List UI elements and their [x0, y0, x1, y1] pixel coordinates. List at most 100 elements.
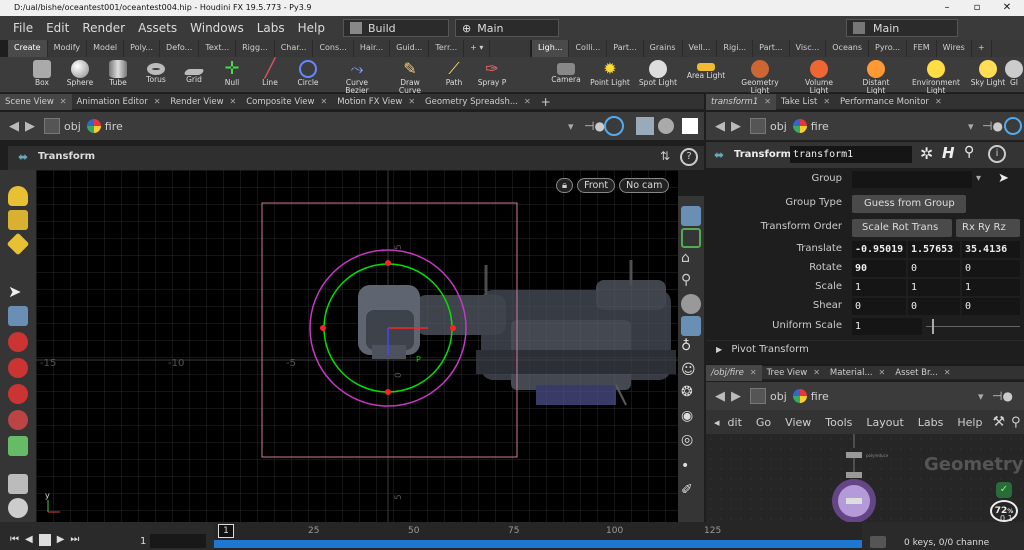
snapshot-icon[interactable]: [658, 118, 674, 134]
menu-edit[interactable]: Edit: [46, 21, 69, 35]
rotate-z-field[interactable]: 0: [962, 260, 1020, 277]
rotate-y-field[interactable]: 0: [908, 260, 960, 277]
info-icon[interactable]: i: [988, 145, 1006, 163]
help-icon[interactable]: ?: [680, 148, 698, 166]
add-shelf-icon[interactable]: + ▾: [464, 40, 491, 57]
search-icon[interactable]: ⚲: [1011, 415, 1021, 430]
node-transform1-body[interactable]: [846, 498, 862, 504]
primitives-mode-icon[interactable]: [6, 232, 30, 256]
ghost-icon[interactable]: ☺: [681, 362, 701, 382]
shelf-tab-particle-fluids[interactable]: Part...: [753, 40, 790, 57]
tool-geometry-light[interactable]: Geometry Light: [740, 57, 780, 95]
pose-tool-icon[interactable]: [8, 410, 28, 430]
tab-tree-view[interactable]: Tree View ✕: [762, 365, 825, 381]
shelf-tab-character[interactable]: Char...: [275, 40, 314, 57]
shear-x-field[interactable]: 0: [852, 298, 906, 315]
view-orientation-menu[interactable]: Front: [577, 178, 616, 193]
path-dropdown-icon[interactable]: ▾: [968, 120, 974, 133]
tool-tube[interactable]: Tube: [98, 57, 138, 93]
camera-menu[interactable]: No cam: [619, 178, 670, 193]
menu-render[interactable]: Render: [82, 21, 125, 35]
close-tab-icon[interactable]: ✕: [321, 97, 328, 106]
isolate-icon[interactable]: ◎: [681, 432, 701, 452]
shelf-tab-vellum[interactable]: Vell...: [683, 40, 718, 57]
network-editor-canvas[interactable]: polyreduce Geometry ✓ 72%: [706, 434, 1024, 522]
shelf-tab-constraints[interactable]: Cons...: [313, 40, 354, 57]
tab-motion-fx-view[interactable]: Motion FX View ✕: [332, 94, 420, 110]
visibility-icon[interactable]: ⚲: [681, 272, 701, 292]
node-upstream[interactable]: [846, 452, 862, 458]
step-back-icon[interactable]: ◀: [25, 534, 33, 546]
tool-volume-light[interactable]: Volume Light: [796, 57, 842, 95]
shelf-tab-model[interactable]: Model: [87, 40, 125, 57]
tab-network-editor[interactable]: /obj/fire ✕: [706, 364, 762, 381]
tool-sphere[interactable]: Sphere: [60, 57, 100, 93]
pin-icon[interactable]: ⊣●: [982, 119, 1003, 133]
dropper-icon[interactable]: ✐: [681, 482, 701, 502]
shelf-tab-wires[interactable]: Wires: [937, 40, 972, 57]
shelf-tab-poly[interactable]: Poly...: [124, 40, 161, 57]
close-tab-icon[interactable]: ✕: [813, 368, 820, 377]
translate-x-field[interactable]: -0.95019: [852, 241, 906, 258]
handle-tool-icon[interactable]: [8, 436, 28, 456]
path-dropdown-icon[interactable]: ▾: [978, 390, 984, 403]
stop-icon[interactable]: [38, 534, 51, 546]
group-type-menu[interactable]: Guess from Group: [852, 195, 966, 213]
maximize-icon[interactable]: ▫: [962, 0, 992, 16]
select-arrow-icon[interactable]: ➤: [8, 282, 28, 302]
network-menu-edit[interactable]: dit: [728, 416, 742, 429]
close-tab-icon[interactable]: ✕: [750, 368, 757, 377]
uniform-scale-field[interactable]: 1: [852, 318, 922, 335]
shelf-tab-fem[interactable]: FEM: [907, 40, 937, 57]
points-mode-icon[interactable]: [8, 210, 28, 230]
shelf-tab-terrain[interactable]: Terr...: [429, 40, 465, 57]
shelf-tab-texture[interactable]: Text...: [199, 40, 237, 57]
shelf-tab-lights[interactable]: Ligh...: [532, 40, 570, 57]
desktop-main[interactable]: ⊕ Main: [455, 19, 559, 37]
network-menu-view[interactable]: View: [785, 416, 811, 429]
close-icon[interactable]: ✕: [992, 0, 1022, 16]
shelf-tab-rigid[interactable]: Rigi...: [717, 40, 754, 57]
node-middle[interactable]: [846, 472, 862, 478]
close-tab-icon[interactable]: ✕: [879, 368, 886, 377]
wrench-icon[interactable]: ⚒: [992, 414, 1005, 430]
tool-curve-bezier[interactable]: ⤳ Curve Bezier: [334, 57, 380, 95]
light-icon[interactable]: ♁: [681, 338, 701, 358]
menu-assets[interactable]: Assets: [138, 21, 177, 35]
node-name-field[interactable]: transform1: [790, 146, 912, 163]
group-dropdown-icon[interactable]: ▾: [976, 173, 981, 184]
network-menu-go[interactable]: Go: [756, 416, 771, 429]
shear-z-field[interactable]: 0: [962, 298, 1020, 315]
close-tab-icon[interactable]: ✕: [524, 97, 531, 106]
tool-point-light[interactable]: ✹ Point Light: [590, 57, 630, 93]
uniform-scale-slider-track[interactable]: [926, 326, 1020, 327]
play-icon[interactable]: ▶: [57, 534, 65, 546]
tool-box[interactable]: Box: [22, 57, 62, 93]
link-icon[interactable]: [604, 116, 624, 136]
tool-camera[interactable]: Camera: [546, 57, 586, 93]
tab-asset-browser[interactable]: Asset Br... ✕: [890, 365, 955, 381]
search-icon[interactable]: ⚲: [964, 144, 974, 160]
shelf-tab-deform[interactable]: Defo...: [160, 40, 200, 57]
close-tab-icon[interactable]: ✕: [60, 97, 67, 106]
view-tool-icon[interactable]: [8, 498, 28, 518]
tab-animation-editor[interactable]: Animation Editor ✕: [72, 94, 166, 110]
tool-draw-curve[interactable]: ✎ Draw Curve: [388, 57, 432, 95]
path-obj[interactable]: obj: [750, 388, 787, 404]
tool-line[interactable]: ╱ Line: [250, 57, 290, 93]
tool-circle[interactable]: Circle: [288, 57, 328, 93]
hide-icon[interactable]: ◉: [681, 408, 701, 428]
menu-file[interactable]: File: [13, 21, 33, 35]
back-arrow-icon[interactable]: ◀: [712, 119, 728, 134]
timeline-track[interactable]: 1 25 50 75 100 125: [214, 522, 862, 550]
menu-labs[interactable]: Labs: [257, 21, 285, 35]
viewport-canvas[interactable]: -15 -10 -5 0 5 5 P y: [36, 170, 678, 522]
forward-arrow-icon[interactable]: ▶: [728, 119, 744, 134]
dot-icon[interactable]: •: [681, 458, 701, 478]
translate-y-field[interactable]: 1.57653: [908, 241, 960, 258]
close-tab-icon[interactable]: ✕: [823, 97, 830, 106]
tool-environment-light[interactable]: Environment Light: [906, 57, 966, 95]
handle-point-top[interactable]: [385, 260, 391, 266]
tab-take-list[interactable]: Take List ✕: [776, 94, 835, 110]
display-options-icon[interactable]: [681, 206, 701, 226]
